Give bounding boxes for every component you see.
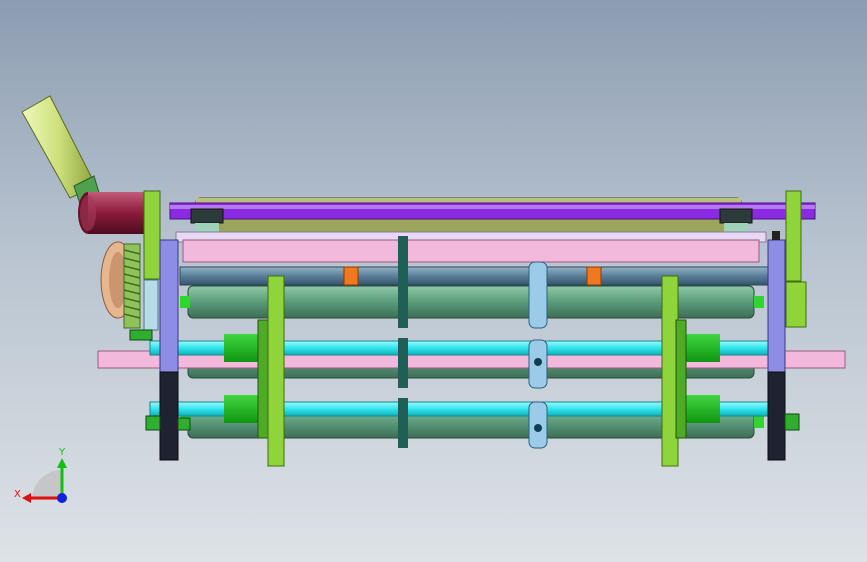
knurled-knob-left <box>190 208 224 233</box>
left-frame-dark <box>159 371 179 461</box>
right-side-plate-green <box>785 190 802 282</box>
x-axis-label: X <box>14 489 21 500</box>
z-axis-dot <box>57 493 67 503</box>
spring <box>123 243 141 329</box>
orange-clip <box>343 266 359 286</box>
coordinate-triad: Y X <box>14 447 67 503</box>
orange-clip <box>586 266 602 286</box>
dividers <box>398 236 408 448</box>
handle <box>21 95 101 205</box>
left-bracket <box>143 279 159 331</box>
inner-hub-right <box>675 319 687 439</box>
cad-viewport[interactable]: Y X <box>0 0 867 562</box>
drive-shaft <box>169 202 816 220</box>
right-bracket <box>785 281 807 328</box>
y-axis-label: Y <box>58 447 66 458</box>
pink-top-bar <box>182 239 760 263</box>
knurled-knob-right <box>719 208 753 235</box>
left-side-plate-green <box>143 190 161 280</box>
motor <box>78 192 150 234</box>
assembly-drawing: Y X <box>14 95 846 503</box>
right-frame-purple <box>767 239 786 373</box>
right-frame-dark <box>767 371 786 461</box>
left-frame-purple <box>159 239 179 373</box>
clamps <box>528 261 548 449</box>
inner-plate-left <box>267 275 285 467</box>
